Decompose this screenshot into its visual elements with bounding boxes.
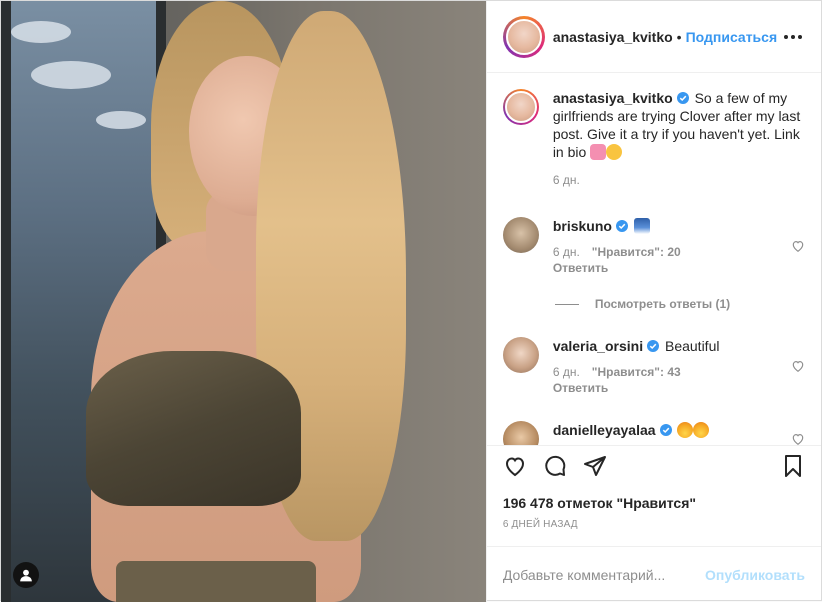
user-tag-button[interactable] xyxy=(13,562,39,588)
fire-emoji-icon xyxy=(677,422,694,438)
caption-text-line: anastasiya_kvitko So a few of my girlfri… xyxy=(553,89,805,161)
verified-icon xyxy=(615,220,628,232)
comment-username[interactable]: valeria_orsini xyxy=(553,338,643,354)
post-header: anastasiya_kvitko • Подписаться xyxy=(486,1,821,73)
reply-button[interactable]: Ответить xyxy=(553,261,783,275)
view-replies-button[interactable]: Посмотреть ответы (1) xyxy=(554,297,805,311)
caption: anastasiya_kvitko So a few of my girlfri… xyxy=(502,89,805,187)
heart-icon[interactable] xyxy=(791,432,805,445)
post-photo[interactable] xyxy=(1,1,486,602)
more-options-button[interactable] xyxy=(781,25,805,49)
comment-timestamp: 6 дн. xyxy=(552,365,580,379)
comment-timestamp: 6 дн. xyxy=(552,245,580,259)
publish-button[interactable]: Опубликовать xyxy=(705,567,805,583)
post-actions xyxy=(486,445,821,485)
comment-likes[interactable]: "Нравится": 43 xyxy=(592,365,681,379)
comment-text-line: briskuno xyxy=(553,217,783,235)
post-dialog: anastasiya_kvitko • Подписаться anastasi… xyxy=(0,0,822,602)
reply-button[interactable]: Ответить xyxy=(553,381,783,395)
comment-row: briskuno 6 дн. "Нравится": 20 Ответить xyxy=(502,217,805,275)
comment-meta: 6 дн. "Нравится": 43 xyxy=(553,365,783,379)
smile-emoji-icon xyxy=(606,144,623,160)
follow-button[interactable]: Подписаться xyxy=(686,29,778,45)
share-icon[interactable] xyxy=(583,454,607,478)
comment-meta: 6 дн. "Нравится": 20 xyxy=(553,245,783,259)
verified-icon xyxy=(659,424,672,436)
comment-likes[interactable]: "Нравится": 20 xyxy=(592,245,681,259)
commenter-avatar[interactable] xyxy=(502,337,539,373)
comment-content: danielleyayalaa xyxy=(553,421,783,445)
caption-username[interactable]: anastasiya_kvitko xyxy=(553,90,673,106)
comment-row: valeria_orsini Beautiful 6 дн. "Нравится… xyxy=(502,337,805,395)
verified-icon xyxy=(647,340,660,352)
heart-icon[interactable] xyxy=(791,239,805,253)
post-date[interactable]: 6 ДНЕЙ НАЗАД xyxy=(487,519,821,530)
verified-icon xyxy=(676,92,689,104)
view-replies-dash xyxy=(554,303,579,305)
add-comment-bar: Опубликовать xyxy=(486,546,821,602)
commenter-avatar[interactable] xyxy=(502,217,539,253)
photo-cloud xyxy=(31,61,111,89)
post-side-panel: anastasiya_kvitko • Подписаться anastasi… xyxy=(485,1,821,602)
photo-swimsuit-bottom xyxy=(116,561,316,602)
comment-text-line: danielleyayalaa xyxy=(553,421,783,439)
comment-content: valeria_orsini Beautiful 6 дн. "Нравится… xyxy=(553,337,783,395)
comment-input[interactable] xyxy=(502,566,706,583)
photo-swimsuit-top xyxy=(86,351,301,506)
author-avatar[interactable] xyxy=(502,15,545,58)
comment-content: briskuno 6 дн. "Нравится": 20 Ответить xyxy=(553,217,783,275)
caption-author-avatar[interactable] xyxy=(502,89,539,125)
comment-text-line: valeria_orsini Beautiful xyxy=(553,337,783,355)
comments-list[interactable]: anastasiya_kvitko So a few of my girlfri… xyxy=(487,73,821,445)
caption-content: anastasiya_kvitko So a few of my girlfri… xyxy=(553,89,805,187)
window-frame xyxy=(1,1,11,602)
photo-cloud xyxy=(11,21,71,43)
comment-icon[interactable] xyxy=(543,454,567,478)
user-tag-icon xyxy=(20,569,32,582)
photo-cloud xyxy=(96,111,146,129)
comment-username[interactable]: danielleyayalaa xyxy=(553,422,656,438)
heart-icon[interactable] xyxy=(791,359,805,373)
header-username[interactable]: anastasiya_kvitko xyxy=(553,29,673,45)
commenter-avatar[interactable] xyxy=(502,421,539,445)
avatar-image xyxy=(505,18,542,55)
wave-emoji-icon xyxy=(633,218,650,234)
comment-text: Beautiful xyxy=(664,338,720,354)
view-replies-label: Посмотреть ответы (1) xyxy=(594,297,731,311)
more-options-icon xyxy=(784,34,802,39)
likes-count[interactable]: 196 478 отметок "Нравится" xyxy=(487,495,821,511)
caption-timestamp: 6 дн. xyxy=(552,173,580,187)
comment-row: danielleyayalaa xyxy=(502,421,805,445)
avatar-image xyxy=(504,91,537,123)
hearts-emoji-icon xyxy=(590,144,607,160)
comment-username[interactable]: briskuno xyxy=(553,218,612,234)
header-separator: • xyxy=(676,28,682,45)
like-heart-icon[interactable] xyxy=(503,454,527,478)
bookmark-icon[interactable] xyxy=(781,454,805,478)
fire-emoji-icon xyxy=(693,422,710,438)
